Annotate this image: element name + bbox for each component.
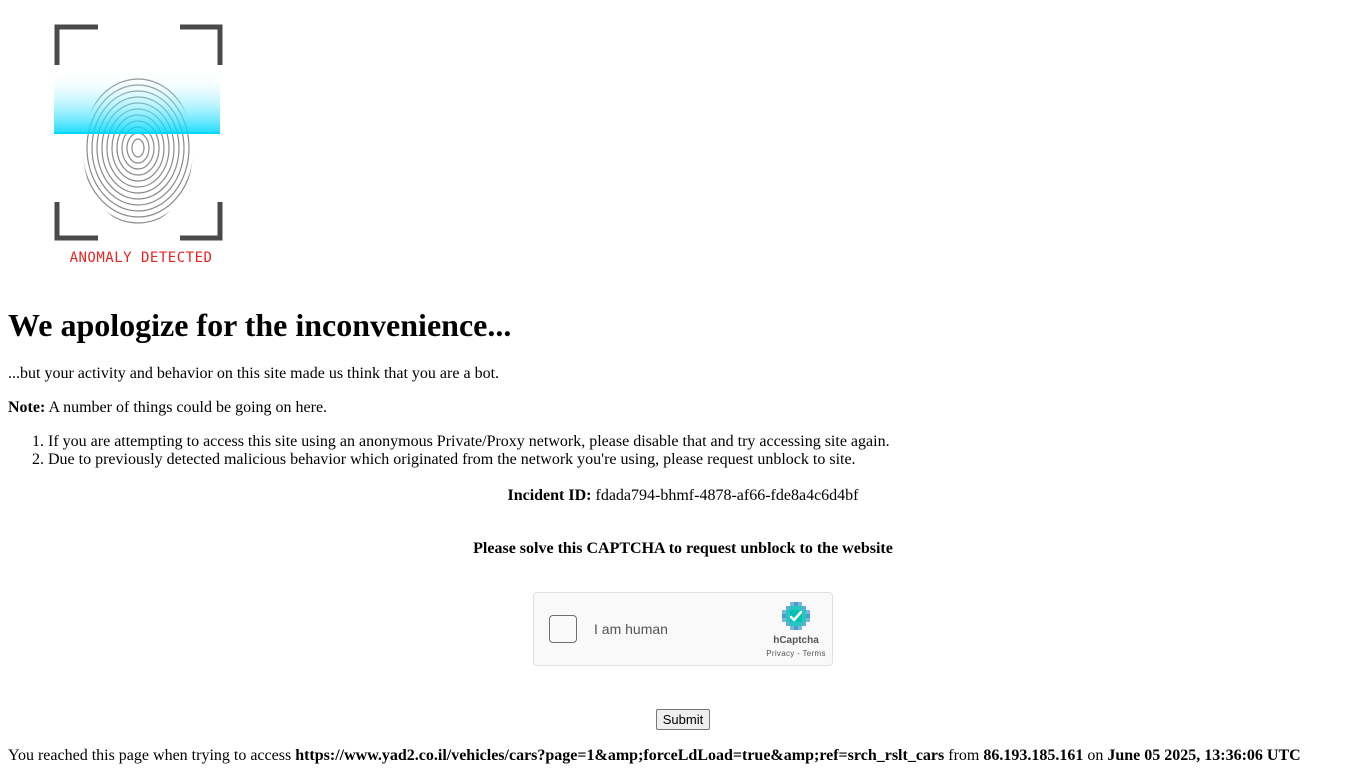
captcha-prompt: Please solve this CAPTCHA to request unb… [473, 540, 893, 557]
access-ip: 86.193.185.161 [983, 747, 1084, 764]
access-on: on [1087, 747, 1104, 764]
hcaptcha-widget: I am human hCaptcha Privacy - Terms [533, 592, 833, 666]
page-title: We apologize for the inconvenience... [8, 307, 512, 343]
access-from: from [948, 747, 980, 764]
submit-button[interactable]: Submit [655, 709, 711, 730]
hcaptcha-brand: hCaptcha [773, 635, 819, 646]
terms-link[interactable]: Terms [802, 649, 825, 658]
captcha-checkbox-label: I am human [594, 621, 668, 637]
access-url: https://www.yad2.co.il/vehicles/cars?pag… [295, 747, 945, 764]
submit-container: Submit [0, 709, 1366, 730]
hcaptcha-logo-icon [782, 602, 810, 630]
hcaptcha-links: Privacy - Terms [750, 649, 842, 658]
incident-label: Incident ID: [507, 487, 592, 504]
incident-id: Incident ID: fdada794-bhmf-4878-af66-fde… [0, 486, 1366, 506]
access-prefix: You reached this page when trying to acc… [8, 747, 292, 764]
link-separator: - [797, 649, 801, 658]
incident-value: fdada794-bhmf-4878-af66-fde8a4c6d4bf [595, 487, 859, 504]
reason-item: Due to previously detected malicious beh… [48, 451, 890, 469]
reason-item: If you are attempting to access this sit… [48, 433, 890, 451]
captcha-checkbox[interactable] [549, 615, 577, 643]
intro-text: ...but your activity and behavior on thi… [8, 365, 500, 382]
privacy-link[interactable]: Privacy [766, 649, 794, 658]
access-datetime: June 05 2025, 13:36:06 UTC [1107, 747, 1301, 764]
anomaly-logo: ANOMALY DETECTED [50, 20, 230, 272]
anomaly-detected-text: ANOMALY DETECTED [69, 250, 213, 266]
note-paragraph: Note: A number of things could be going … [8, 398, 327, 418]
fingerprint-scan-icon [54, 24, 223, 241]
note-text: A number of things could be going on her… [48, 399, 328, 416]
note-label: Note: [8, 399, 46, 416]
access-info: You reached this page when trying to acc… [8, 746, 1301, 766]
reasons-list: If you are attempting to access this sit… [8, 433, 890, 469]
